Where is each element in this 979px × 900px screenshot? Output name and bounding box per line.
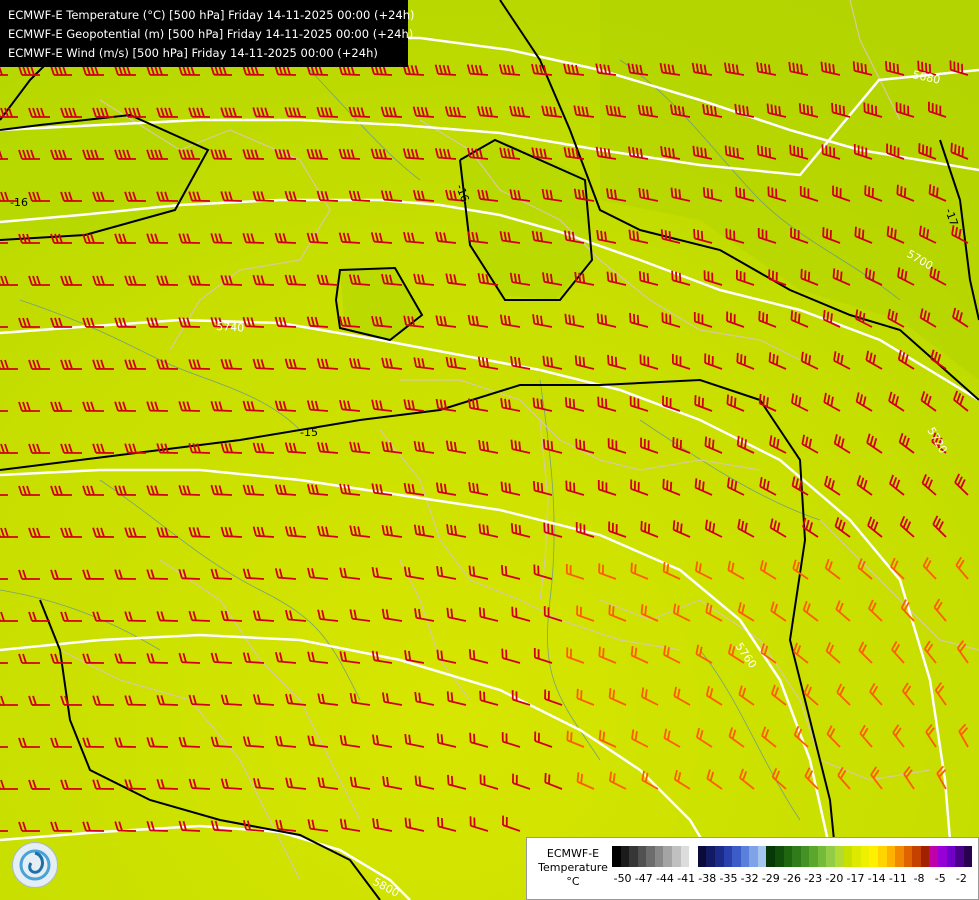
legend-swatch: [774, 846, 784, 867]
legend-model: ECMWF-E: [546, 847, 600, 860]
legend-color-scale: [612, 846, 973, 867]
legend-tick-label: -8: [913, 872, 925, 885]
legend-swatch: [843, 846, 853, 867]
legend-tick-label: -41: [677, 872, 696, 885]
legend-swatch: [620, 846, 630, 867]
legend-swatch: [809, 846, 818, 867]
legend-swatch: [937, 846, 947, 867]
legend-swatch: [792, 846, 801, 867]
legend-swatch: [629, 846, 638, 867]
legend-tick-label: -47: [634, 872, 653, 885]
legend-tick-label: -5: [934, 872, 946, 885]
legend-swatch: [963, 846, 973, 867]
legend-tick-label: -38: [698, 872, 717, 885]
legend-swatch: [955, 846, 964, 867]
legend-swatch: [672, 846, 681, 867]
legend-swatch: [877, 846, 887, 867]
legend-title: ECMWF-E Temperature °C: [533, 847, 613, 889]
legend-swatch: [817, 846, 827, 867]
legend-swatch: [680, 846, 690, 867]
legend-swatch: [783, 846, 793, 867]
legend-tick-label: -17: [846, 872, 865, 885]
legend-swatch: [697, 846, 707, 867]
legend-swatch: [740, 846, 750, 867]
legend-ticks: -50 -47 -44 -41 -38 -35 -32 -29 -26 -23 -20 -17 -14-…: [612, 872, 972, 886]
legend-tick-label: -2: [955, 872, 967, 885]
legend-swatch: [920, 846, 930, 867]
legend-tick-label: -14: [867, 872, 886, 885]
legend-swatch: [912, 846, 921, 867]
legend-variable: Temperature: [538, 861, 608, 874]
legend-tick-label: -26: [783, 872, 801, 885]
legend-tick-label: -23: [804, 872, 823, 885]
legend-swatch: [869, 846, 878, 867]
legend-swatch: [886, 846, 896, 867]
header-line-temperature: ECMWF-E Temperature (°C) [500 hPa] Frida…: [8, 8, 415, 22]
legend-swatch: [757, 846, 767, 867]
legend-swatch: [860, 846, 870, 867]
legend-swatch: [946, 846, 956, 867]
legend-tick-label: -29: [761, 872, 780, 885]
legend-swatch: [929, 846, 938, 867]
legend-swatch: [714, 846, 724, 867]
legend-tick-label: -20: [825, 872, 844, 885]
geopotential-label: 5740: [216, 320, 245, 334]
legend-swatch: [895, 846, 904, 867]
legend-tick-label: -11: [888, 872, 907, 885]
header-line-geopotential: ECMWF-E Geopotential (m) [500 hPa] Frida…: [8, 27, 414, 41]
legend-swatch: [800, 846, 810, 867]
legend-tick-label: -44: [655, 872, 674, 885]
temperature-label: -15: [300, 426, 318, 439]
temperature-label: -16: [10, 196, 28, 209]
legend-swatch: [637, 846, 647, 867]
legend-swatch: [835, 846, 844, 867]
legend-swatch: [852, 846, 861, 867]
legend-swatch: [612, 846, 621, 867]
weather-map: 5680 5700 5720 5740 5760 5800 -16 -16 -1…: [0, 0, 979, 900]
legend-tick-label: -35: [719, 872, 738, 885]
legend-tick-label: -50: [613, 872, 632, 885]
header-line-wind: ECMWF-E Wind (m/s) [500 hPa] Friday 14-1…: [8, 46, 378, 60]
legend-swatch: [689, 846, 698, 867]
map-header: ECMWF-E Temperature (°C) [500 hPa] Frida…: [0, 0, 415, 67]
legend-tick-label: -32: [740, 872, 759, 885]
legend-swatch: [646, 846, 655, 867]
legend-swatch: [732, 846, 741, 867]
legend-swatch: [749, 846, 758, 867]
legend-units: °C: [566, 875, 580, 888]
temperature-legend: ECMWF-E Temperature °C -50 -47 -44 -41 -38 -3…: [526, 837, 979, 900]
legend-swatch: [766, 846, 775, 867]
legend-swatch: [826, 846, 836, 867]
legend-swatch: [654, 846, 664, 867]
legend-swatch: [723, 846, 733, 867]
legend-swatch: [706, 846, 715, 867]
logo-icon: [12, 842, 58, 888]
legend-swatch: [903, 846, 913, 867]
legend-swatch: [663, 846, 673, 867]
